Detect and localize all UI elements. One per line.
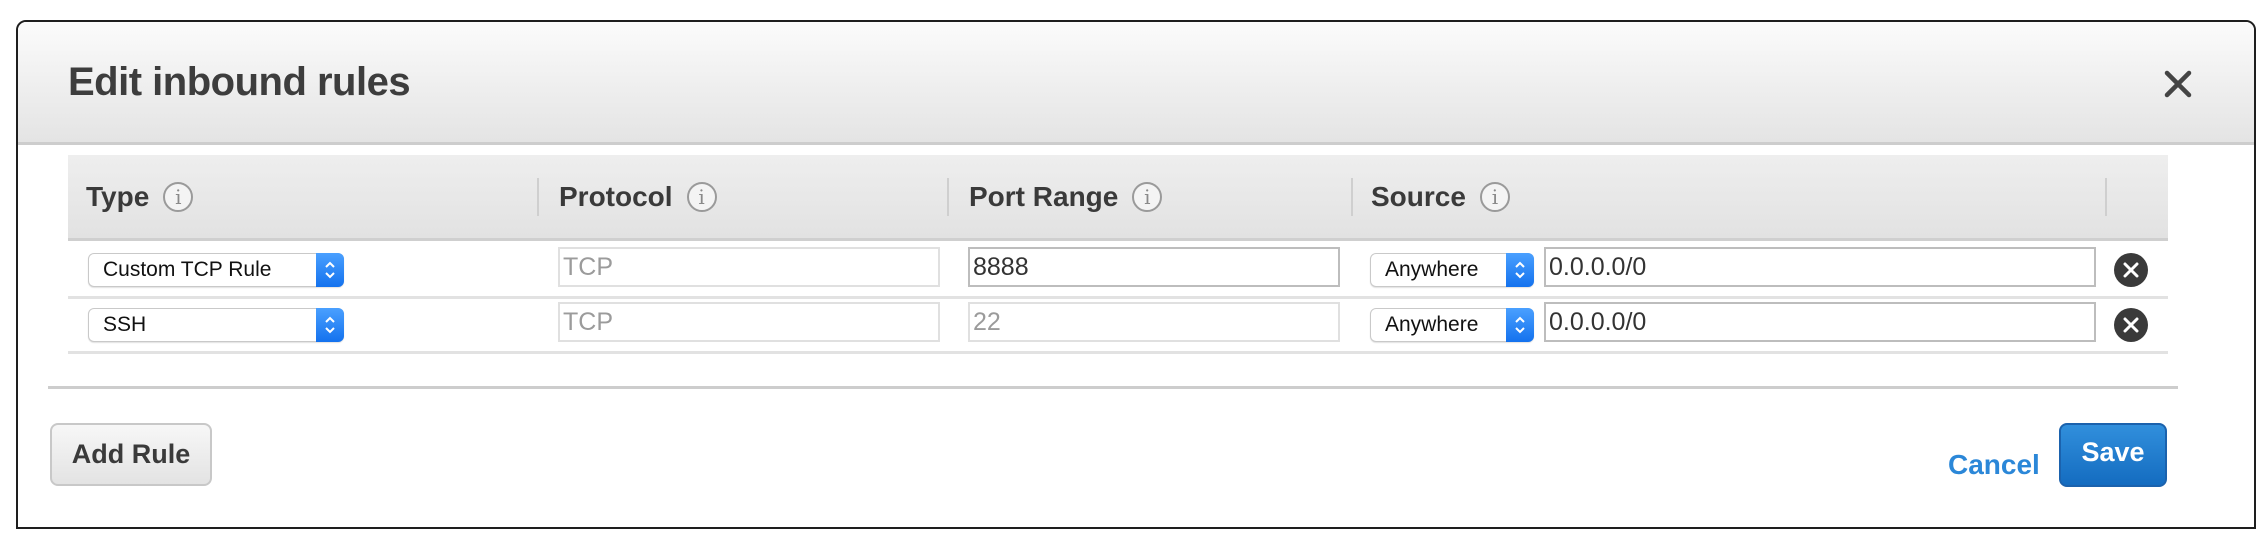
info-icon[interactable]: i	[163, 181, 194, 212]
edit-inbound-rules-dialog: Edit inbound rules Type i Protocol i Por…	[16, 20, 2256, 529]
column-label: Protocol	[559, 180, 673, 212]
port-range-input[interactable]: 8888	[968, 247, 1340, 287]
column-divider	[1351, 178, 1353, 216]
column-divider	[2105, 178, 2107, 216]
source-type-select[interactable]: Anywhere	[1370, 253, 1534, 287]
column-divider	[537, 178, 539, 216]
cancel-button[interactable]: Cancel	[1948, 449, 2040, 481]
info-icon[interactable]: i	[1479, 181, 1510, 212]
type-select[interactable]: Custom TCP Rule	[88, 253, 344, 287]
close-icon	[2164, 70, 2192, 98]
select-arrows-icon	[1506, 253, 1534, 287]
info-icon[interactable]: i	[686, 181, 717, 212]
rules-table-header: Type i Protocol i Port Range i Source i	[68, 155, 2168, 241]
column-header-protocol: Protocol i	[559, 155, 717, 238]
column-label: Type	[86, 180, 150, 212]
close-button[interactable]	[2158, 64, 2198, 104]
port-range-field: 22	[968, 302, 1340, 342]
save-button[interactable]: Save	[2059, 423, 2167, 487]
info-icon[interactable]: i	[1132, 181, 1163, 212]
source-type-select[interactable]: Anywhere	[1370, 308, 1534, 342]
column-divider	[947, 178, 949, 216]
remove-rule-button[interactable]	[2114, 253, 2148, 287]
dialog-header: Edit inbound rules	[18, 22, 2254, 145]
footer-divider	[48, 386, 2178, 389]
select-arrows-icon	[1506, 308, 1534, 342]
source-cidr-input[interactable]: 0.0.0.0/0	[1544, 302, 2096, 342]
column-header-source: Source i	[1371, 155, 1510, 238]
select-arrows-icon	[316, 308, 344, 342]
source-type-value: Anywhere	[1385, 313, 1479, 336]
column-label: Source	[1371, 180, 1466, 212]
type-select[interactable]: SSH	[88, 308, 344, 342]
source-type-value: Anywhere	[1385, 258, 1479, 281]
rule-row: Custom TCP Rule TCP 8888 Anywhere 0.0.0.…	[68, 241, 2168, 299]
source-cidr-input[interactable]: 0.0.0.0/0	[1544, 247, 2096, 287]
remove-circle-icon	[2123, 317, 2139, 333]
column-header-type: Type i	[86, 155, 194, 238]
remove-rule-button[interactable]	[2114, 308, 2148, 342]
protocol-field: TCP	[558, 247, 940, 287]
select-arrows-icon	[316, 253, 344, 287]
add-rule-button[interactable]: Add Rule	[50, 423, 212, 486]
protocol-field: TCP	[558, 302, 940, 342]
column-label: Port Range	[969, 180, 1119, 212]
rule-row: SSH TCP 22 Anywhere 0.0.0.0/0	[68, 296, 2168, 354]
dialog-title: Edit inbound rules	[68, 60, 411, 104]
remove-circle-icon	[2123, 262, 2139, 278]
column-header-port-range: Port Range i	[969, 155, 1163, 238]
type-select-value: Custom TCP Rule	[103, 258, 272, 281]
type-select-value: SSH	[103, 313, 147, 336]
